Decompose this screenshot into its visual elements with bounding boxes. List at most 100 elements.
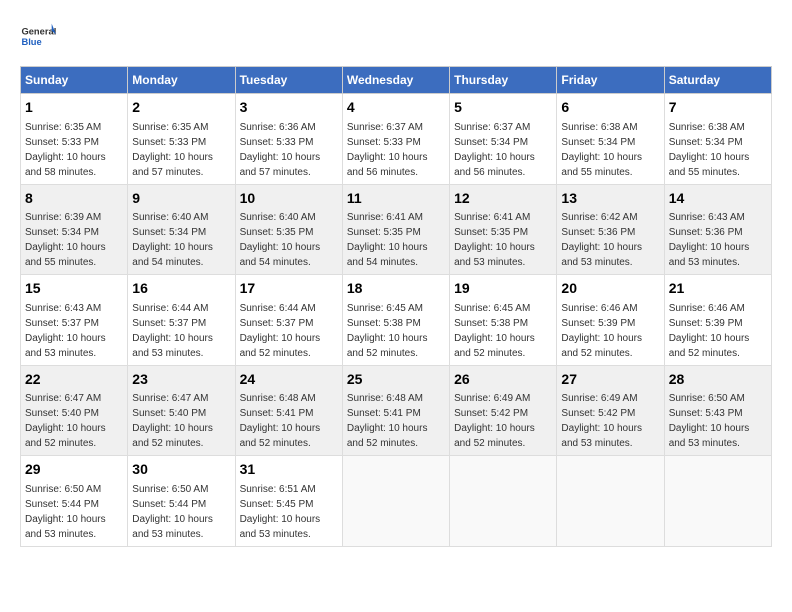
day-number: 2 xyxy=(132,98,230,118)
header-sunday: Sunday xyxy=(21,67,128,94)
calendar-cell: 4 Sunrise: 6:37 AMSunset: 5:33 PMDayligh… xyxy=(342,94,449,185)
calendar-cell: 31 Sunrise: 6:51 AMSunset: 5:45 PMDaylig… xyxy=(235,456,342,547)
day-number: 25 xyxy=(347,370,445,390)
day-number: 18 xyxy=(347,279,445,299)
calendar-week-row: 15 Sunrise: 6:43 AMSunset: 5:37 PMDaylig… xyxy=(21,275,772,366)
cell-info: Sunrise: 6:46 AMSunset: 5:39 PMDaylight:… xyxy=(561,303,642,359)
day-number: 27 xyxy=(561,370,659,390)
cell-info: Sunrise: 6:49 AMSunset: 5:42 PMDaylight:… xyxy=(454,393,535,449)
calendar-cell: 27 Sunrise: 6:49 AMSunset: 5:42 PMDaylig… xyxy=(557,365,664,456)
calendar-cell: 16 Sunrise: 6:44 AMSunset: 5:37 PMDaylig… xyxy=(128,275,235,366)
cell-info: Sunrise: 6:41 AMSunset: 5:35 PMDaylight:… xyxy=(454,212,535,268)
cell-info: Sunrise: 6:35 AMSunset: 5:33 PMDaylight:… xyxy=(132,122,213,178)
calendar-cell: 2 Sunrise: 6:35 AMSunset: 5:33 PMDayligh… xyxy=(128,94,235,185)
calendar-cell xyxy=(450,456,557,547)
calendar-cell: 24 Sunrise: 6:48 AMSunset: 5:41 PMDaylig… xyxy=(235,365,342,456)
calendar-cell: 26 Sunrise: 6:49 AMSunset: 5:42 PMDaylig… xyxy=(450,365,557,456)
day-number: 17 xyxy=(240,279,338,299)
day-number: 9 xyxy=(132,189,230,209)
cell-info: Sunrise: 6:48 AMSunset: 5:41 PMDaylight:… xyxy=(347,393,428,449)
calendar-cell: 14 Sunrise: 6:43 AMSunset: 5:36 PMDaylig… xyxy=(664,184,771,275)
cell-info: Sunrise: 6:43 AMSunset: 5:37 PMDaylight:… xyxy=(25,303,106,359)
calendar-cell xyxy=(557,456,664,547)
cell-info: Sunrise: 6:38 AMSunset: 5:34 PMDaylight:… xyxy=(561,122,642,178)
day-number: 20 xyxy=(561,279,659,299)
day-number: 23 xyxy=(132,370,230,390)
calendar-cell: 30 Sunrise: 6:50 AMSunset: 5:44 PMDaylig… xyxy=(128,456,235,547)
cell-info: Sunrise: 6:40 AMSunset: 5:35 PMDaylight:… xyxy=(240,212,321,268)
calendar-cell: 19 Sunrise: 6:45 AMSunset: 5:38 PMDaylig… xyxy=(450,275,557,366)
cell-info: Sunrise: 6:47 AMSunset: 5:40 PMDaylight:… xyxy=(132,393,213,449)
day-number: 8 xyxy=(25,189,123,209)
day-number: 13 xyxy=(561,189,659,209)
day-number: 4 xyxy=(347,98,445,118)
day-number: 21 xyxy=(669,279,767,299)
calendar-cell: 5 Sunrise: 6:37 AMSunset: 5:34 PMDayligh… xyxy=(450,94,557,185)
cell-info: Sunrise: 6:49 AMSunset: 5:42 PMDaylight:… xyxy=(561,393,642,449)
calendar-cell: 25 Sunrise: 6:48 AMSunset: 5:41 PMDaylig… xyxy=(342,365,449,456)
cell-info: Sunrise: 6:51 AMSunset: 5:45 PMDaylight:… xyxy=(240,484,321,540)
day-number: 10 xyxy=(240,189,338,209)
day-number: 29 xyxy=(25,460,123,480)
cell-info: Sunrise: 6:45 AMSunset: 5:38 PMDaylight:… xyxy=(347,303,428,359)
calendar-cell: 12 Sunrise: 6:41 AMSunset: 5:35 PMDaylig… xyxy=(450,184,557,275)
header-thursday: Thursday xyxy=(450,67,557,94)
day-number: 3 xyxy=(240,98,338,118)
calendar-cell: 20 Sunrise: 6:46 AMSunset: 5:39 PMDaylig… xyxy=(557,275,664,366)
header-monday: Monday xyxy=(128,67,235,94)
calendar-cell: 11 Sunrise: 6:41 AMSunset: 5:35 PMDaylig… xyxy=(342,184,449,275)
calendar-week-row: 22 Sunrise: 6:47 AMSunset: 5:40 PMDaylig… xyxy=(21,365,772,456)
day-number: 22 xyxy=(25,370,123,390)
cell-info: Sunrise: 6:38 AMSunset: 5:34 PMDaylight:… xyxy=(669,122,750,178)
day-number: 11 xyxy=(347,189,445,209)
calendar-cell: 1 Sunrise: 6:35 AMSunset: 5:33 PMDayligh… xyxy=(21,94,128,185)
calendar-cell: 18 Sunrise: 6:45 AMSunset: 5:38 PMDaylig… xyxy=(342,275,449,366)
cell-info: Sunrise: 6:42 AMSunset: 5:36 PMDaylight:… xyxy=(561,212,642,268)
day-number: 16 xyxy=(132,279,230,299)
cell-info: Sunrise: 6:47 AMSunset: 5:40 PMDaylight:… xyxy=(25,393,106,449)
calendar-cell: 3 Sunrise: 6:36 AMSunset: 5:33 PMDayligh… xyxy=(235,94,342,185)
day-number: 19 xyxy=(454,279,552,299)
cell-info: Sunrise: 6:50 AMSunset: 5:44 PMDaylight:… xyxy=(25,484,106,540)
day-number: 7 xyxy=(669,98,767,118)
cell-info: Sunrise: 6:41 AMSunset: 5:35 PMDaylight:… xyxy=(347,212,428,268)
svg-text:General: General xyxy=(21,26,56,36)
cell-info: Sunrise: 6:37 AMSunset: 5:33 PMDaylight:… xyxy=(347,122,428,178)
cell-info: Sunrise: 6:43 AMSunset: 5:36 PMDaylight:… xyxy=(669,212,750,268)
calendar-cell: 9 Sunrise: 6:40 AMSunset: 5:34 PMDayligh… xyxy=(128,184,235,275)
cell-info: Sunrise: 6:39 AMSunset: 5:34 PMDaylight:… xyxy=(25,212,106,268)
cell-info: Sunrise: 6:50 AMSunset: 5:44 PMDaylight:… xyxy=(132,484,213,540)
day-number: 31 xyxy=(240,460,338,480)
calendar-cell: 13 Sunrise: 6:42 AMSunset: 5:36 PMDaylig… xyxy=(557,184,664,275)
calendar-header-row: SundayMondayTuesdayWednesdayThursdayFrid… xyxy=(21,67,772,94)
calendar-cell: 7 Sunrise: 6:38 AMSunset: 5:34 PMDayligh… xyxy=(664,94,771,185)
cell-info: Sunrise: 6:35 AMSunset: 5:33 PMDaylight:… xyxy=(25,122,106,178)
calendar-cell: 21 Sunrise: 6:46 AMSunset: 5:39 PMDaylig… xyxy=(664,275,771,366)
day-number: 14 xyxy=(669,189,767,209)
svg-text:Blue: Blue xyxy=(21,37,41,47)
cell-info: Sunrise: 6:40 AMSunset: 5:34 PMDaylight:… xyxy=(132,212,213,268)
cell-info: Sunrise: 6:44 AMSunset: 5:37 PMDaylight:… xyxy=(240,303,321,359)
day-number: 6 xyxy=(561,98,659,118)
calendar-cell: 23 Sunrise: 6:47 AMSunset: 5:40 PMDaylig… xyxy=(128,365,235,456)
calendar-cell xyxy=(664,456,771,547)
calendar-cell: 15 Sunrise: 6:43 AMSunset: 5:37 PMDaylig… xyxy=(21,275,128,366)
calendar-cell: 28 Sunrise: 6:50 AMSunset: 5:43 PMDaylig… xyxy=(664,365,771,456)
calendar-cell: 17 Sunrise: 6:44 AMSunset: 5:37 PMDaylig… xyxy=(235,275,342,366)
cell-info: Sunrise: 6:45 AMSunset: 5:38 PMDaylight:… xyxy=(454,303,535,359)
cell-info: Sunrise: 6:44 AMSunset: 5:37 PMDaylight:… xyxy=(132,303,213,359)
calendar-cell: 29 Sunrise: 6:50 AMSunset: 5:44 PMDaylig… xyxy=(21,456,128,547)
day-number: 26 xyxy=(454,370,552,390)
day-number: 28 xyxy=(669,370,767,390)
calendar-cell: 6 Sunrise: 6:38 AMSunset: 5:34 PMDayligh… xyxy=(557,94,664,185)
header-friday: Friday xyxy=(557,67,664,94)
day-number: 15 xyxy=(25,279,123,299)
header: General Blue xyxy=(20,20,772,56)
day-number: 12 xyxy=(454,189,552,209)
calendar-week-row: 1 Sunrise: 6:35 AMSunset: 5:33 PMDayligh… xyxy=(21,94,772,185)
header-saturday: Saturday xyxy=(664,67,771,94)
cell-info: Sunrise: 6:37 AMSunset: 5:34 PMDaylight:… xyxy=(454,122,535,178)
cell-info: Sunrise: 6:36 AMSunset: 5:33 PMDaylight:… xyxy=(240,122,321,178)
day-number: 5 xyxy=(454,98,552,118)
day-number: 24 xyxy=(240,370,338,390)
